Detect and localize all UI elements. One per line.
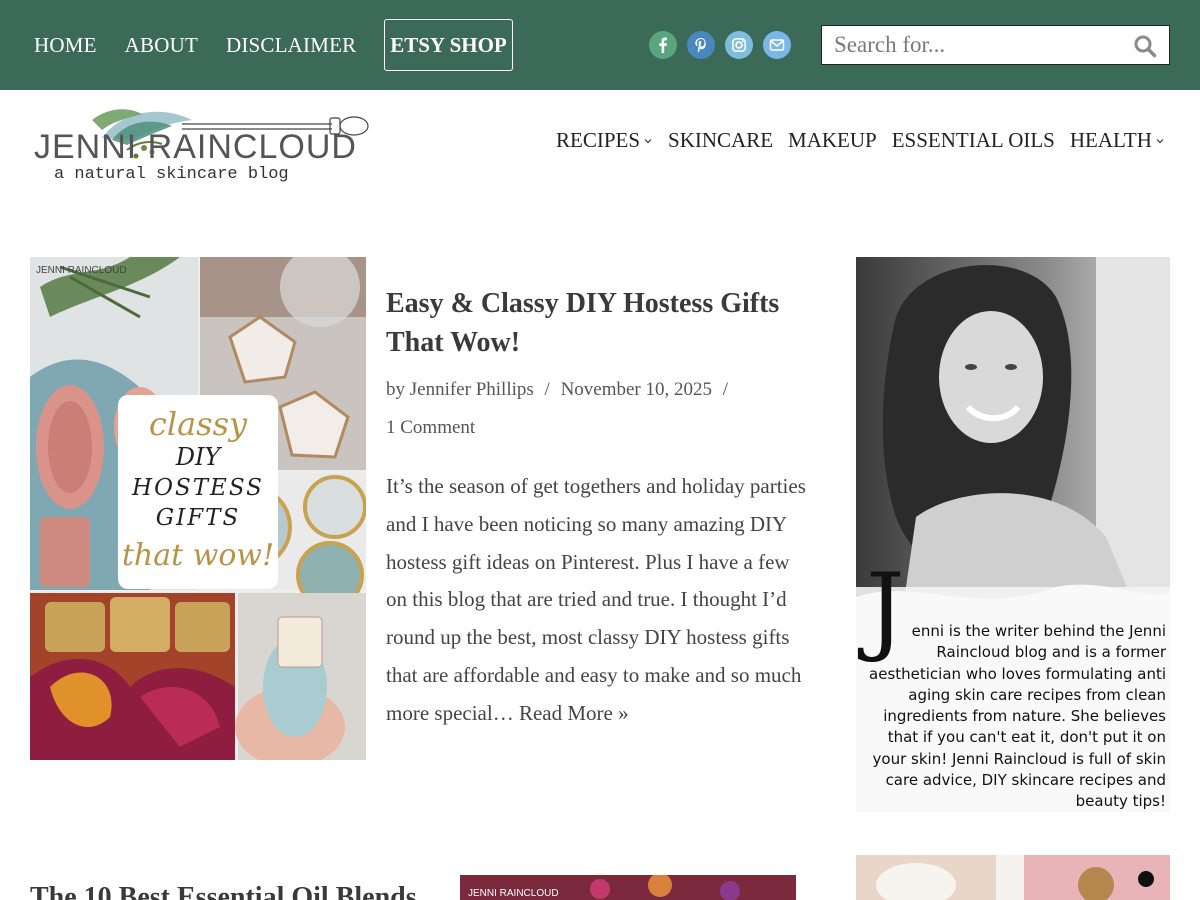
- nav-recipes[interactable]: RECIPES: [556, 128, 653, 153]
- meta-separator: /: [544, 379, 550, 400]
- nav-disclaimer-link[interactable]: DISCLAIMER: [226, 33, 356, 58]
- top-nav: HOME ABOUT DISCLAIMER: [34, 0, 384, 90]
- etsy-shop-button[interactable]: ETSY SHOP: [384, 19, 513, 71]
- post-thumbnail-essential-oils[interactable]: JENNI RAINCLOUD: [460, 875, 796, 900]
- meta-separator: /: [722, 379, 729, 400]
- nav-about-link[interactable]: ABOUT: [125, 33, 198, 58]
- image-text-that-wow: that wow!: [122, 538, 274, 573]
- nav-home-link[interactable]: HOME: [34, 33, 97, 58]
- pinterest-icon[interactable]: [687, 31, 715, 59]
- nav-skincare-label: SKINCARE: [668, 128, 774, 152]
- main-nav: RECIPES SKINCARE MAKEUP ESSENTIAL OILS H…: [556, 128, 1180, 153]
- post-excerpt: It’s the season of get togethers and hol…: [386, 468, 806, 733]
- sidebar-promo-image[interactable]: [856, 855, 1170, 900]
- instagram-icon[interactable]: [725, 31, 753, 59]
- facebook-icon[interactable]: [649, 31, 677, 59]
- nav-makeup-label: MAKEUP: [788, 128, 877, 152]
- post-thumbnail-hostess-gifts[interactable]: classy DIY HOSTESS GIFTS that wow! JENNI…: [30, 257, 366, 760]
- chevron-down-icon: [1156, 138, 1164, 143]
- nav-essential-oils-label: ESSENTIAL OILS: [891, 128, 1055, 152]
- bio-dropcap: J: [866, 553, 905, 665]
- post-date: November 10, 2025: [560, 379, 713, 400]
- post-title[interactable]: Easy & Classy DIY Hostess Gifts That Wow…: [386, 284, 796, 362]
- search-icon[interactable]: [1133, 34, 1157, 58]
- nav-recipes-label: RECIPES: [556, 128, 641, 152]
- site-logo[interactable]: JENNI RAINCLOUD a natural skincare blog: [32, 100, 372, 186]
- image-watermark: JENNI RAINCLOUD: [36, 265, 127, 276]
- image-text-hostess: HOSTESS: [131, 475, 264, 501]
- nav-health-label: HEALTH: [1069, 128, 1152, 152]
- post-meta: by Jennifer Phillips / November 10, 2025…: [386, 379, 734, 401]
- post-title-essential-oils[interactable]: The 10 Best Essential Oil Blends: [30, 882, 417, 900]
- logo-tagline-text: a natural skincare blog: [54, 165, 289, 184]
- email-icon[interactable]: [763, 31, 791, 59]
- search-box: [821, 25, 1170, 65]
- post-excerpt-text: It’s the season of get togethers and hol…: [386, 474, 806, 725]
- chevron-down-icon: [644, 138, 652, 143]
- nav-health[interactable]: HEALTH: [1070, 128, 1165, 153]
- image-watermark: JENNI RAINCLOUD: [468, 888, 559, 899]
- logo-name-text: JENNI RAINCLOUD: [34, 128, 357, 166]
- search-input[interactable]: [822, 32, 1112, 58]
- image-text-diy: DIY: [175, 443, 223, 471]
- author-bio: J enni is the writer behind the Jenni Ra…: [866, 561, 1166, 813]
- social-links: [649, 31, 791, 59]
- top-bar: HOME ABOUT DISCLAIMER ETSY SHOP: [0, 0, 1200, 90]
- read-more-link[interactable]: Read More »: [519, 701, 629, 725]
- bio-text: enni is the writer behind the Jenni Rain…: [869, 622, 1166, 811]
- nav-skincare[interactable]: SKINCARE: [668, 128, 773, 153]
- post-author[interactable]: by Jennifer Phillips: [386, 379, 534, 400]
- nav-essential-oils[interactable]: ESSENTIAL OILS: [892, 128, 1055, 153]
- post-comments-link[interactable]: 1 Comment: [386, 417, 475, 439]
- nav-makeup[interactable]: MAKEUP: [788, 128, 877, 153]
- image-text-classy: classy: [149, 405, 248, 443]
- image-text-gifts: GIFTS: [156, 505, 241, 531]
